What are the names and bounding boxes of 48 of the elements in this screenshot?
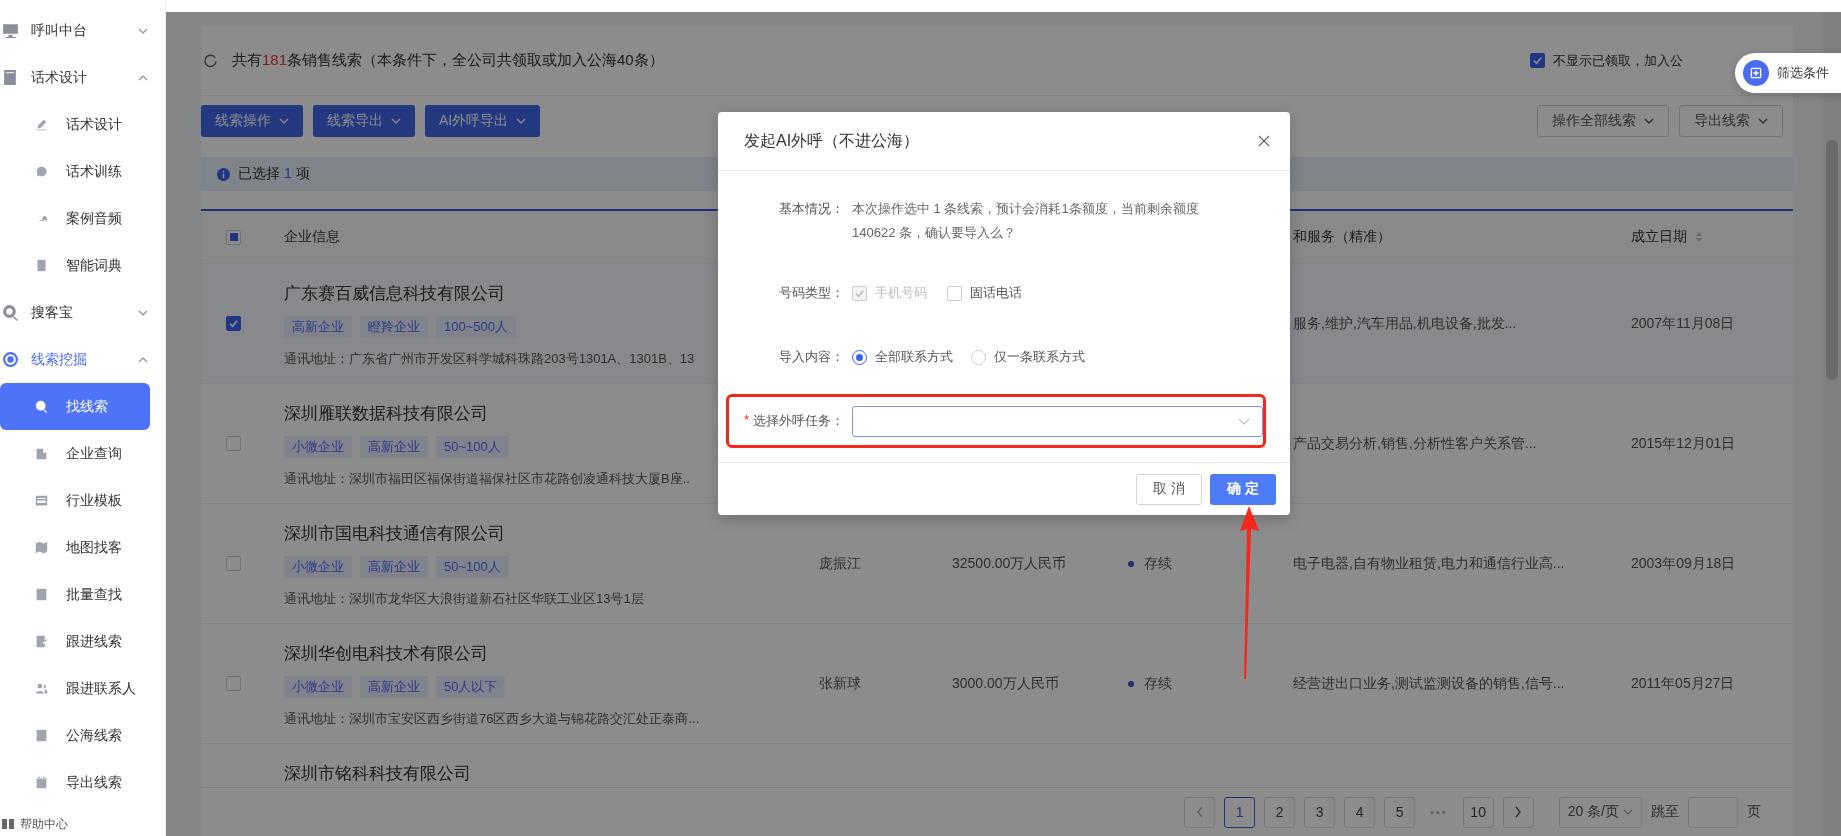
summary-text: 共有181条销售线索（本条件下，全公司共领取或加入公海40条） bbox=[232, 51, 664, 70]
address-text: 通讯地址：深圳市福田区福保街道福保社区市花路创凌通科技大厦B座.. bbox=[284, 470, 690, 488]
field-label: 号码类型： bbox=[778, 284, 844, 302]
table-cell: 2003年09月18日 bbox=[1631, 554, 1736, 573]
required-mark: * bbox=[743, 412, 749, 429]
table-cell: 2011年05月27日 bbox=[1631, 674, 1735, 693]
tag: 高新企业 bbox=[360, 556, 428, 578]
info-text: 本次操作选中 1 条线索，预计会消耗1条额度，当前剩余额度 140622 条，确认要导入么？ bbox=[852, 200, 1200, 242]
tag: 小微企业 bbox=[284, 436, 352, 458]
tag: 50人以下 bbox=[436, 676, 506, 698]
tag: 高新企业 bbox=[360, 676, 428, 698]
jump-label: 跳至 bbox=[1651, 803, 1679, 821]
tag: 高新企业 bbox=[360, 436, 428, 458]
table-cell: 产品交易分析,销售,分析性客户关系管... bbox=[1293, 434, 1537, 451]
tag: 小微企业 bbox=[284, 556, 352, 578]
field-label: 选择外呼任务： bbox=[753, 412, 844, 430]
page-suffix: 页 bbox=[1747, 803, 1761, 821]
tag: 瞪羚企业 bbox=[360, 316, 428, 338]
selection-text: 已选择 1 项 bbox=[238, 165, 310, 183]
table-cell: 经营进出口业务,测试监测设备的销售,信号... bbox=[1293, 674, 1565, 691]
table-cell: 32500.00万人民币 bbox=[952, 554, 1067, 571]
tag: 小微企业 bbox=[284, 676, 352, 698]
radio-label: 全部联系方式 bbox=[875, 348, 953, 366]
tag: 50~100人 bbox=[436, 436, 509, 458]
radio-label: 仅一条联系方式 bbox=[994, 348, 1085, 366]
table-cell: 2007年11月08日 bbox=[1631, 314, 1735, 333]
dialog-title: 发起AI外呼（不进公海） bbox=[744, 130, 920, 151]
checkbox-label: 手机号码 bbox=[875, 284, 927, 302]
table-cell: 张新球 bbox=[819, 674, 861, 691]
table-cell: 服务,维护,汽车用品,机电设备,批发... bbox=[1293, 314, 1517, 331]
table-cell: 电子电器,自有物业租赁,电力和通信行业高... bbox=[1293, 554, 1565, 571]
table-cell: 庞振江 bbox=[819, 554, 861, 571]
address-text: 通讯地址：深圳市宝安区西乡街道76区西乡大道与锦花路交汇处正泰商... bbox=[284, 710, 700, 728]
table-cell: 存续 bbox=[1144, 674, 1172, 693]
column-header: 企业信息 bbox=[284, 228, 340, 244]
table-cell: 存续 bbox=[1144, 554, 1172, 573]
checkbox-label: 固话电话 bbox=[970, 284, 1022, 302]
address-text: 通讯地址：深圳市龙华区大浪街道新石社区华联工业区13号1层 bbox=[284, 590, 644, 608]
field-label: 导入内容： bbox=[778, 348, 844, 366]
checkbox-label: 不显示已领取，加入公 bbox=[1553, 51, 1683, 70]
table-cell: 3000.00万人民币 bbox=[952, 674, 1059, 691]
field-label: 基本情况： bbox=[778, 200, 844, 218]
tag: 高新企业 bbox=[284, 316, 352, 338]
address-text: 通讯地址：广东省广州市开发区科学城科珠路203号1301A、1301B、13 bbox=[284, 350, 695, 368]
column-header: 和服务（精准） bbox=[1293, 228, 1391, 244]
table-cell: 2015年12月01日 bbox=[1631, 434, 1736, 453]
tag: 50~100人 bbox=[436, 556, 509, 578]
tag: 100~500人 bbox=[436, 316, 516, 338]
